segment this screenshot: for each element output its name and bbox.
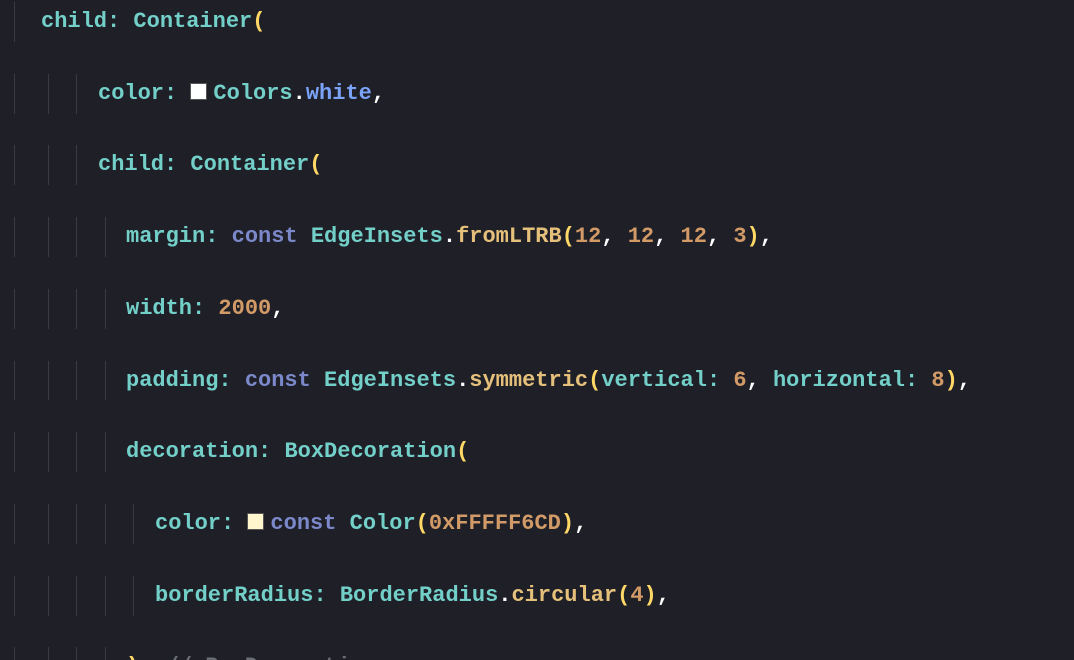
- method-name: symmetric: [469, 368, 588, 393]
- property-name: margin: [126, 224, 205, 249]
- keyword: const: [270, 511, 336, 536]
- property-name: borderRadius: [155, 583, 313, 608]
- code-line: color: const Color(0xFFFFF6CD),: [0, 506, 1074, 542]
- property-name: padding: [126, 368, 218, 393]
- code-line: color: Colors.white,: [0, 76, 1074, 112]
- property-value: white: [306, 81, 372, 106]
- keyword: const: [245, 368, 311, 393]
- class-name: BoxDecoration: [284, 439, 456, 464]
- code-line: decoration: BoxDecoration(: [0, 434, 1074, 470]
- code-line: ), // BoxDecoration: [0, 649, 1074, 660]
- number-literal: 2000: [218, 296, 271, 321]
- method-name: fromLTRB: [456, 224, 562, 249]
- class-name: Container: [190, 152, 309, 177]
- code-line: child: Container(: [0, 4, 1074, 40]
- class-name: Colors: [213, 81, 292, 106]
- comment: // BoxDecoration: [166, 654, 377, 660]
- keyword: const: [232, 224, 298, 249]
- property-name: width: [126, 296, 192, 321]
- property-name: color: [98, 81, 164, 106]
- number-literal: 12: [575, 224, 601, 249]
- code-editor[interactable]: child: Container( color: Colors.white, c…: [0, 0, 1074, 660]
- number-literal: 0xFFFFF6CD: [429, 511, 561, 536]
- code-line: borderRadius: BorderRadius.circular(4),: [0, 578, 1074, 614]
- number-literal: 3: [733, 224, 746, 249]
- class-name: Color: [350, 511, 416, 536]
- named-param: horizontal: [773, 368, 905, 393]
- number-literal: 12: [628, 224, 654, 249]
- method-name: circular: [511, 583, 617, 608]
- number-literal: 12: [681, 224, 707, 249]
- property-name: child: [98, 152, 164, 177]
- class-name: BorderRadius: [340, 583, 498, 608]
- number-literal: 8: [931, 368, 944, 393]
- color-swatch-cream: [247, 513, 264, 530]
- property-name: child: [41, 9, 107, 34]
- number-literal: 6: [733, 368, 746, 393]
- code-line: child: Container(: [0, 147, 1074, 183]
- property-name: color: [155, 511, 221, 536]
- code-line: width: 2000,: [0, 291, 1074, 327]
- class-name: EdgeInsets: [324, 368, 456, 393]
- number-literal: 4: [630, 583, 643, 608]
- class-name: EdgeInsets: [311, 224, 443, 249]
- named-param: vertical: [601, 368, 707, 393]
- code-line: margin: const EdgeInsets.fromLTRB(12, 12…: [0, 219, 1074, 255]
- class-name: Container: [133, 9, 252, 34]
- color-swatch-white: [190, 83, 207, 100]
- property-name: decoration: [126, 439, 258, 464]
- code-line: padding: const EdgeInsets.symmetric(vert…: [0, 363, 1074, 399]
